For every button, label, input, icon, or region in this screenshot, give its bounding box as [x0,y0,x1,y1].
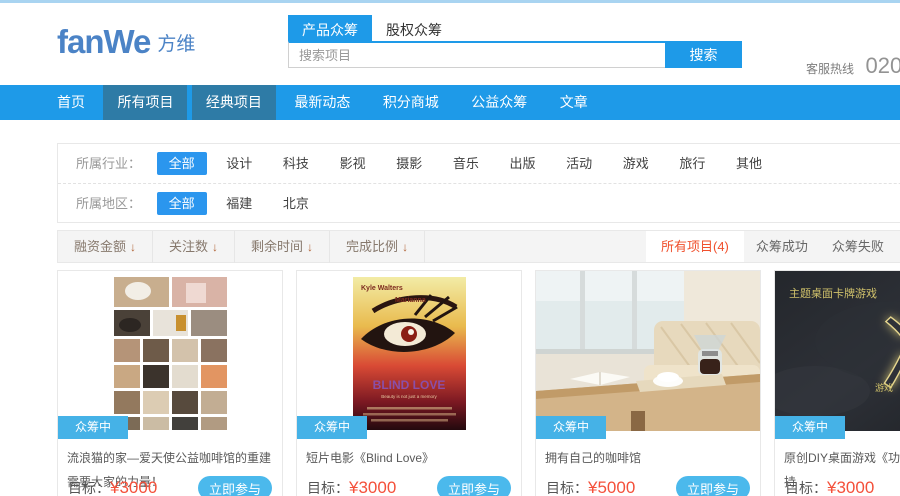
project-card-coffee-shop[interactable]: 众筹中 拥有自己的咖啡馆 目标：¥5000 立即参与 [535,270,761,496]
logo-text: fanWe [57,23,151,60]
goal-label: 目标： [785,480,827,496]
status-filter-tabs: 所有项目(4)众筹成功众筹失败众筹中 [646,231,900,262]
industry-option-all[interactable]: 全部 [156,152,207,175]
goal: 目标：¥5000 [546,478,635,496]
site-header: fanWe方维 产品众筹股权众筹 搜索 客服热线 020 [0,3,900,85]
status-badge: 众筹中 [58,416,128,439]
goal: 目标：¥3000 [307,478,396,496]
poster-title: BLIND LOVE [372,378,445,392]
region-option-fujian[interactable]: 福建 [226,196,252,211]
goal-amount: ¥5000 [588,478,636,496]
region-option-all[interactable]: 全部 [156,192,207,215]
main-nav: 首页 所有项目 经典项目 最新动态 积分商城 公益众筹 文章 [0,85,900,120]
sort-by-followers[interactable]: 关注数 ↓ [153,231,236,263]
industry-option-events[interactable]: 活动 [566,156,592,171]
project-image-game-poster[interactable]: 冲 冲 主题桌面卡牌游戏 游戏 [775,271,900,431]
nav-item-latest-news[interactable]: 最新动态 [280,85,364,120]
sort-by-amount[interactable]: 融资金额 ↓ [58,231,154,263]
goal: 目标：¥3000 [68,478,157,496]
industry-option-film[interactable]: 影视 [340,156,366,171]
status-badge: 众筹中 [536,416,606,439]
poster-name-1: Kyle Walters [361,285,403,292]
goal-label: 目标： [68,480,110,496]
nav-item-all-projects[interactable]: 所有项目 [103,85,188,120]
hotline-number: 020 [865,53,900,78]
poster-glyph: 冲 [881,307,900,409]
poster-name-2: Marianna [395,297,426,304]
project-footer: 目标：¥3000 立即参与 [68,475,272,496]
project-card-cat-cafe[interactable]: 众筹中 流浪猫的家—爱天使公益咖啡馆的重建需要大家的力量！ 目标：¥3000 立… [57,270,283,496]
project-image-movie-poster[interactable]: Kyle Walters Marianna BLIND LOVE Beauty … [297,271,521,431]
status-tab-all[interactable]: 所有项目(4) [646,231,744,262]
search-button[interactable]: 搜索 [665,41,742,68]
poster-top-text: 主题桌面卡牌游戏 [789,286,877,300]
sort-arrow-icon: ↓ [130,240,137,254]
project-image-cat-collage[interactable] [58,271,282,431]
hotline-label: 客服热线 [806,62,855,76]
goal-label: 目标： [307,480,349,496]
industry-option-publishing[interactable]: 出版 [509,156,535,171]
nav-item-home[interactable]: 首页 [57,85,99,120]
status-badge: 众筹中 [297,416,367,439]
industry-option-games[interactable]: 游戏 [623,156,649,171]
project-footer: 目标：¥3000 立即参与 [785,475,900,496]
nav-item-points-mall[interactable]: 积分商城 [369,85,453,120]
filter-row-industry: 所属行业： 全部 设计 科技 影视 摄影 音乐 出版 活动 游戏 旅行 其他 [58,144,900,183]
goal-label: 目标： [546,480,588,496]
nav-item-charity[interactable]: 公益众筹 [457,85,541,120]
cat-collage-image [113,277,227,430]
industry-option-tech[interactable]: 科技 [283,156,309,171]
status-tab-failed[interactable]: 众筹失败 [820,231,896,262]
status-tab-ongoing[interactable]: 众筹中 [896,231,900,262]
goal-amount: ¥3000 [827,478,875,496]
project-card-blind-love[interactable]: Kyle Walters Marianna BLIND LOVE Beauty … [296,270,522,496]
project-card-board-game[interactable]: 冲 冲 主题桌面卡牌游戏 游戏 众筹中 原创DIY桌面游戏《功夫》期待您的支持 … [774,270,900,496]
nav-item-articles[interactable]: 文章 [546,85,602,120]
service-hotline: 客服热线 020 [806,53,900,79]
industry-label: 所属行业： [76,156,142,171]
industry-option-travel[interactable]: 旅行 [679,156,705,171]
sort-by-time-left[interactable]: 剩余时间 ↓ [235,231,331,263]
poster-tagline: Beauty is not just a memory [381,394,437,399]
status-tab-success[interactable]: 众筹成功 [744,231,820,262]
search-bar: 搜索 [288,41,742,68]
poster-sub-text: 游戏 [875,382,893,393]
join-now-button[interactable]: 立即参与 [437,476,511,496]
region-label: 所属地区： [76,196,142,211]
sort-bar: 融资金额↓关注数↓剩余时间↓完成比例↓ 所有项目(4)众筹成功众筹失败众筹中 [57,230,900,263]
goal-amount: ¥3000 [110,478,158,496]
filter-row-region: 所属地区： 全部 福建 北京 [58,183,900,222]
site-logo[interactable]: fanWe 方维 [57,23,195,61]
sort-arrow-icon: ↓ [307,240,314,254]
blind-love-poster-image: Kyle Walters Marianna BLIND LOVE Beauty … [352,277,466,430]
search-input[interactable] [288,41,665,68]
project-footer: 目标：¥3000 立即参与 [307,475,511,496]
join-now-button[interactable]: 立即参与 [198,476,272,496]
filter-panel: 所属行业： 全部 设计 科技 影视 摄影 音乐 出版 活动 游戏 旅行 其他 所… [57,143,900,223]
goal-amount: ¥3000 [349,478,397,496]
project-image-coffee-shop[interactable] [536,271,760,431]
sort-by-completion[interactable]: 完成比例 ↓ [330,231,426,263]
sort-arrow-icon: ↓ [402,240,409,254]
region-option-beijing[interactable]: 北京 [283,196,309,211]
industry-option-design[interactable]: 设计 [226,156,252,171]
kungfu-poster-image: 冲 冲 主题桌面卡牌游戏 游戏 [775,271,900,431]
status-badge: 众筹中 [775,416,845,439]
goal: 目标：¥3000 [785,478,874,496]
logo-suffix: 方维 [157,34,196,55]
project-footer: 目标：¥5000 立即参与 [546,475,750,496]
industry-option-other[interactable]: 其他 [736,156,762,171]
nav-item-classic-projects[interactable]: 经典项目 [191,85,276,120]
industry-option-music[interactable]: 音乐 [453,156,479,171]
industry-option-photography[interactable]: 摄影 [396,156,422,171]
sort-arrow-icon: ↓ [212,240,219,254]
coffee-shop-photo [536,271,760,431]
join-now-button[interactable]: 立即参与 [676,476,750,496]
project-card-grid: 众筹中 流浪猫的家—爱天使公益咖啡馆的重建需要大家的力量！ 目标：¥3000 立… [57,270,900,496]
